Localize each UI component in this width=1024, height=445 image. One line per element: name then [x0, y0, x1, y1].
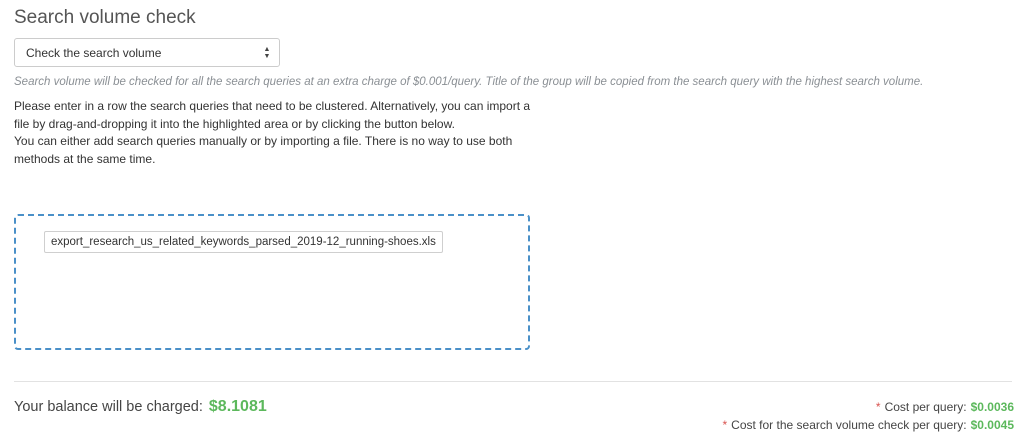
instructions-line-2: You can either add search queries manual… — [14, 134, 513, 166]
volume-check-cost-value: $0.0045 — [970, 418, 1014, 432]
volume-check-cost-label: Cost for the search volume check per que… — [731, 418, 967, 432]
section-title: Search volume check — [14, 7, 196, 28]
instructions: Please enter in a row the search queries… — [14, 98, 534, 168]
chevron-up-down-icon: ▲ ▼ — [263, 46, 271, 60]
required-asterisk: * — [875, 400, 881, 414]
search-volume-select[interactable]: Check the search volume ▲ ▼ — [14, 38, 280, 67]
balance-summary: Your balance will be charged: $8.1081 — [14, 398, 267, 416]
cost-per-query-row: * Cost per query: $0.0036 — [876, 400, 1014, 414]
cost-per-query-label: Cost per query: — [884, 400, 967, 414]
file-dropzone[interactable]: export_research_us_related_keywords_pars… — [14, 214, 530, 350]
volume-check-cost-row: * Cost for the search volume check per qu… — [722, 418, 1014, 432]
divider — [14, 381, 1012, 382]
balance-amount: $8.1081 — [208, 398, 267, 415]
balance-label: Your balance will be charged: — [14, 399, 203, 415]
instructions-line-1: Please enter in a row the search queries… — [14, 99, 531, 131]
uploaded-file-name: export_research_us_related_keywords_pars… — [44, 231, 443, 253]
search-volume-note: Search volume will be checked for all th… — [14, 76, 924, 88]
search-volume-select-value: Check the search volume — [26, 45, 162, 60]
required-asterisk: * — [722, 418, 728, 432]
cost-per-query-value: $0.0036 — [970, 400, 1014, 414]
